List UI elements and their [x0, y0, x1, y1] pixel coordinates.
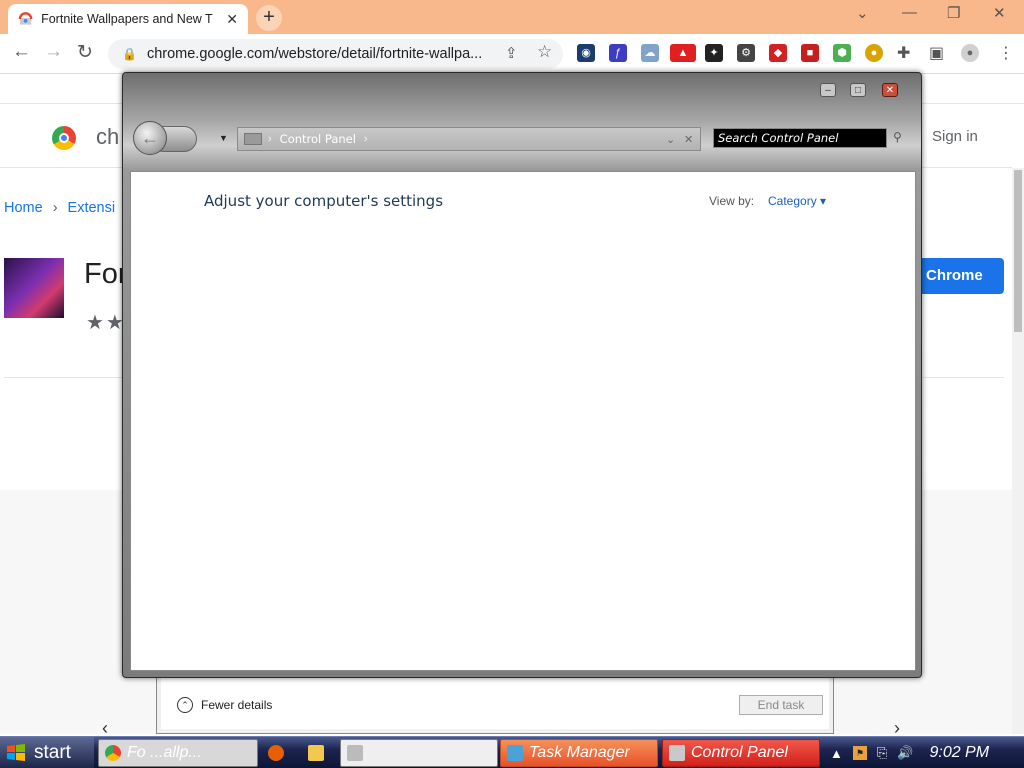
new-tab-button[interactable]: + — [256, 5, 282, 31]
lock-icon: 🔒 — [122, 47, 137, 61]
app-title: For — [84, 258, 128, 290]
search-icon[interactable]: ⚲ — [893, 130, 902, 144]
tray-app-icon[interactable]: ⚑ — [852, 746, 867, 760]
browser-toolbar: ← → ↻ 🔒 chrome.google.com/webstore/detai… — [0, 34, 1024, 74]
firefox-icon[interactable] — [268, 745, 284, 761]
app-icon — [347, 745, 363, 761]
profile-avatar-icon[interactable]: ● — [961, 44, 979, 62]
rating-stars: ★★ — [86, 312, 126, 334]
cp-address-location[interactable]: Control Panel — [280, 132, 356, 146]
page-title: Adjust your computer's settings — [204, 192, 444, 210]
extension-icon-6[interactable]: ⚙ — [737, 44, 755, 62]
close-window-button[interactable]: ✕ — [993, 4, 1006, 22]
cp-address-bar[interactable]: › Control Panel › ⌄ ✕ — [237, 127, 701, 151]
extension-icon-5[interactable]: ✦ — [705, 44, 723, 62]
sign-in-link[interactable]: Sign in — [932, 128, 978, 145]
cp-content-pane: Adjust your computer's settings View by:… — [130, 171, 916, 671]
cp-recent-pages-icon[interactable]: ▼ — [219, 133, 228, 143]
chrome-web-store-logo-icon[interactable] — [52, 126, 76, 150]
breadcrumb-home[interactable]: Home — [4, 200, 43, 216]
restore-window-button[interactable]: ❐ — [947, 4, 960, 22]
taskbar-item-chrome[interactable]: Fo ...allp... — [98, 739, 258, 767]
side-panel-icon[interactable]: ▣ — [929, 43, 944, 63]
view-by-dropdown[interactable]: Category ▾ — [768, 194, 826, 208]
extension-icon-7[interactable]: ◆ — [769, 44, 787, 62]
tab-search-chevron-icon[interactable]: ⌄ — [856, 4, 869, 22]
browser-tab-strip: Fortnite Wallpapers and New T ✕ + ⌄ — ❐ … — [0, 0, 1024, 34]
chrome-icon — [105, 745, 121, 761]
task-manager-footer: ⌃ Fewer details End task — [161, 677, 829, 729]
address-bar[interactable]: 🔒 chrome.google.com/webstore/detail/fort… — [108, 39, 563, 69]
extension-icon-9[interactable]: ⬢ — [833, 44, 851, 62]
chevron-down-icon[interactable]: ⌄ — [666, 133, 675, 146]
chevron-right-icon: › — [52, 200, 58, 216]
taskbar: start Fo ...allp... Task Manager Control… — [0, 736, 1024, 768]
windows-logo-icon — [7, 744, 25, 761]
taskbar-item-app[interactable] — [340, 739, 498, 767]
browser-tab[interactable]: Fortnite Wallpapers and New T ✕ — [8, 4, 248, 34]
file-explorer-icon[interactable] — [308, 745, 324, 761]
clear-address-icon[interactable]: ✕ — [684, 133, 693, 146]
cp-search-input[interactable]: Search Control Panel — [713, 128, 887, 148]
page-scrollbar[interactable] — [1012, 168, 1024, 734]
tab-close-icon[interactable]: ✕ — [226, 11, 238, 28]
cp-back-button[interactable]: ← — [133, 121, 167, 155]
end-task-button[interactable]: End task — [739, 695, 823, 715]
chrome-web-store-icon — [18, 12, 33, 25]
store-brand-text: ch — [96, 124, 120, 149]
start-label: start — [34, 742, 71, 763]
cp-maximize-button[interactable]: □ — [850, 83, 866, 97]
url-text: chrome.google.com/webstore/detail/fortni… — [146, 46, 483, 62]
chevron-right-icon[interactable]: › — [364, 133, 368, 145]
breadcrumb: Home › Extensi — [4, 200, 115, 216]
reload-icon[interactable]: ↻ — [77, 41, 93, 64]
control-panel-icon — [244, 133, 262, 145]
chevron-right-icon[interactable]: › — [268, 133, 272, 145]
fewer-details-button[interactable]: Fewer details — [201, 698, 272, 712]
bookmark-star-icon[interactable]: ☆ — [537, 42, 552, 62]
start-button[interactable]: start — [0, 737, 94, 768]
chevron-up-icon[interactable]: ⌃ — [177, 697, 193, 713]
taskbar-label: Task Manager — [529, 744, 630, 761]
taskbar-item-task-manager[interactable]: Task Manager — [500, 739, 658, 767]
view-by-label: View by: — [709, 194, 755, 208]
task-manager-window: ⌃ Fewer details End task — [156, 676, 834, 734]
extension-icon-10[interactable]: ● — [865, 44, 883, 62]
extension-icon-4[interactable]: ▲ — [670, 44, 696, 62]
control-panel-icon — [669, 745, 685, 761]
extension-icon-3[interactable]: ☁ — [641, 44, 659, 62]
task-manager-icon — [507, 745, 523, 761]
forward-arrow-icon[interactable]: → — [44, 41, 63, 63]
tray-expand-icon[interactable]: ▲ — [830, 746, 843, 761]
share-icon[interactable]: ⇪ — [505, 44, 518, 62]
tab-title: Fortnite Wallpapers and New T — [41, 12, 213, 26]
taskbar-item-control-panel[interactable]: Control Panel — [662, 739, 820, 767]
breadcrumb-extensions[interactable]: Extensi — [68, 200, 116, 216]
extension-icon-1[interactable]: ◉ — [577, 44, 595, 62]
roblox-extension-icon[interactable]: ■ — [801, 44, 819, 62]
system-tray: ▲ ⚑ ⎘ 🔊 9:02 PM — [830, 737, 1024, 768]
scrollbar-thumb[interactable] — [1014, 170, 1022, 332]
clock[interactable]: 9:02 PM — [929, 744, 989, 762]
taskbar-label: Fo ...allp... — [127, 744, 202, 761]
control-panel-window: – □ ✕ ← ▼ › Control Panel › ⌄ ✕ Search C… — [122, 72, 922, 678]
app-icon — [4, 258, 64, 318]
back-arrow-icon[interactable]: ← — [12, 41, 31, 63]
extensions-puzzle-icon[interactable]: ✚ — [897, 43, 910, 63]
volume-icon[interactable]: 🔊 — [897, 745, 913, 761]
cp-close-button[interactable]: ✕ — [882, 83, 898, 97]
cp-minimize-button[interactable]: – — [820, 83, 836, 97]
network-icon[interactable]: ⎘ — [877, 745, 887, 761]
menu-kebab-icon[interactable]: ⋮ — [998, 43, 1014, 63]
extension-icon-2[interactable]: ƒ — [609, 44, 627, 62]
minimize-window-button[interactable]: — — [902, 4, 917, 21]
taskbar-label: Control Panel — [691, 744, 788, 761]
